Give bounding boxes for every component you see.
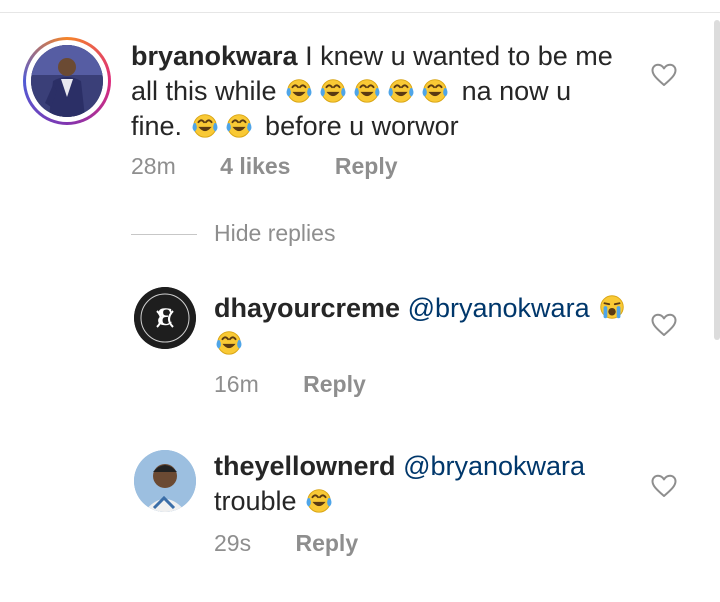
reply-button[interactable]: Reply xyxy=(295,530,358,557)
avatar-dhayourcreme[interactable]: Ɛ xyxy=(134,287,196,349)
heart-icon[interactable] xyxy=(651,313,677,337)
username-dhayourcreme[interactable]: dhayourcreme xyxy=(214,293,400,323)
svg-text:Ɛ: Ɛ xyxy=(157,305,173,331)
hide-replies-button[interactable]: Hide replies xyxy=(214,220,335,247)
heart-icon[interactable] xyxy=(651,63,677,87)
heart-icon[interactable] xyxy=(651,474,677,498)
comment-text-2: dhayourcreme @bryanokwara xyxy=(214,291,634,361)
replies-divider xyxy=(131,234,197,235)
timestamp: 28m xyxy=(131,153,176,179)
laughing-emoji-icon xyxy=(352,75,382,105)
scrollbar[interactable] xyxy=(714,20,720,340)
comment-meta-3: 29s Reply xyxy=(214,530,358,557)
laughing-emoji-icon xyxy=(214,327,244,357)
laughing-emoji-icon xyxy=(224,110,254,140)
mention-link[interactable]: @bryanokwara xyxy=(403,451,585,481)
avatar-theyellownerd[interactable] xyxy=(134,450,196,512)
username-bryanokwara[interactable]: bryanokwara xyxy=(131,41,298,71)
laughing-emoji-icon xyxy=(318,75,348,105)
reply-button[interactable]: Reply xyxy=(303,371,366,398)
mention-link[interactable]: @bryanokwara xyxy=(408,293,590,323)
laughing-emoji-icon xyxy=(190,110,220,140)
comment-meta-2: 16m Reply xyxy=(214,371,366,398)
avatar-bryanokwara[interactable] xyxy=(31,45,103,117)
comment-text-1: bryanokwara I knew u wanted to be me all… xyxy=(131,41,613,141)
laughing-emoji-icon xyxy=(284,75,314,105)
laughing-emoji-icon xyxy=(304,485,334,515)
comment-text-3: theyellownerd @bryanokwara trouble xyxy=(214,451,586,516)
laughing-emoji-icon xyxy=(420,75,450,105)
timestamp: 16m xyxy=(214,371,259,397)
username-theyellownerd[interactable]: theyellownerd xyxy=(214,451,396,481)
reply-button[interactable]: Reply xyxy=(335,153,398,180)
likes-count[interactable]: 4 likes xyxy=(220,153,290,180)
comment-meta-1: 28m 4 likes Reply xyxy=(131,153,398,180)
top-divider xyxy=(0,12,720,13)
laughing-emoji-icon xyxy=(386,75,416,105)
timestamp: 29s xyxy=(214,530,252,556)
crying-emoji-icon xyxy=(597,292,627,322)
